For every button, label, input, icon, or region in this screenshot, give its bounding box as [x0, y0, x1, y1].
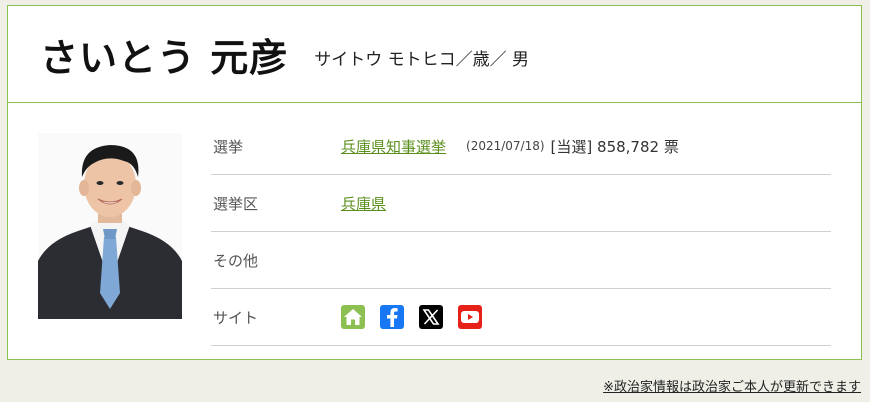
info-table: 選挙 兵庫県知事選挙 (2021/07/18) [当選] 858,782 票 選… — [211, 118, 831, 346]
district-label: 選挙区 — [213, 194, 259, 213]
district-link[interactable]: 兵庫県 — [341, 193, 386, 214]
election-link[interactable]: 兵庫県知事選挙 — [341, 136, 446, 157]
x-icon[interactable] — [419, 305, 443, 329]
youtube-icon[interactable] — [458, 305, 482, 329]
district-value: 兵庫県 — [341, 193, 386, 214]
kana-age-gender: サイトウ モトヒコ／歳／ 男 — [314, 49, 530, 70]
portrait-image — [38, 133, 182, 319]
politician-card: さいとう 元彦 サイトウ モトヒコ／歳／ 男 選挙 兵庫県知事選挙 (2021/… — [7, 5, 862, 360]
politician-name: さいとう 元彦 — [40, 35, 289, 80]
politician-photo — [38, 133, 182, 319]
row-other: その他 — [211, 232, 831, 289]
election-date: (2021/07/18) — [466, 139, 545, 153]
election-value: 兵庫県知事選挙 (2021/07/18) [当選] 858,782 票 — [341, 136, 679, 157]
facebook-icon[interactable] — [380, 305, 404, 329]
profile-header: さいとう 元彦 サイトウ モトヒコ／歳／ 男 — [8, 6, 861, 103]
site-label: サイト — [213, 308, 259, 327]
home-icon[interactable] — [341, 305, 365, 329]
row-election: 選挙 兵庫県知事選挙 (2021/07/18) [当選] 858,782 票 — [211, 118, 831, 175]
other-label: その他 — [213, 251, 259, 270]
site-icons — [341, 305, 482, 329]
row-district: 選挙区 兵庫県 — [211, 175, 831, 232]
update-note-link[interactable]: ※政治家情報は政治家ご本人が更新できます — [603, 376, 861, 395]
election-label: 選挙 — [213, 137, 244, 156]
row-site: サイト — [211, 289, 831, 346]
election-result: [当選] 858,782 票 — [550, 137, 679, 156]
